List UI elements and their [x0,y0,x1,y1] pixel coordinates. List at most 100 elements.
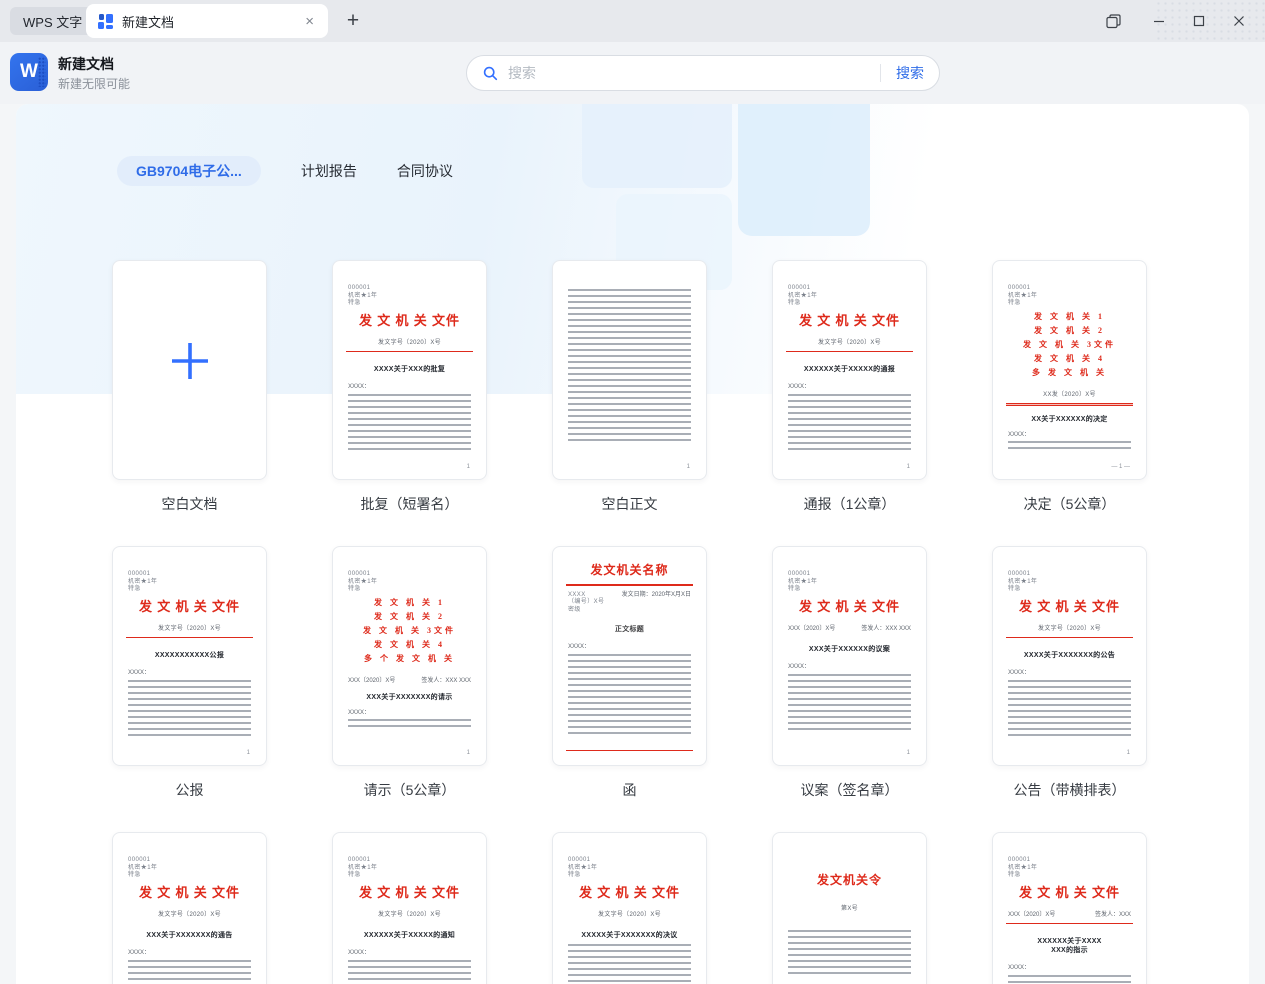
template-card-请示（5公章）[interactable]: 000001 机密★1年 特急发 文 机 关 1 发 文 机 关 2 发 文 机 关 3… [332,546,487,766]
red-rule-bottom [566,749,693,751]
template-thumbnail: 发文机关名称 XXXX （编号）X号 密级 发文日期：2020年X月X日 正文标题 XXXX… [553,547,706,765]
red-rule [1006,636,1133,638]
doc-head-line: 机密★1年 [348,864,378,871]
window-titlebar: WPS 文字 新建文档 × + [0,0,1265,42]
category-tabs: GB9704电子公... 计划报告 合同协议 [16,156,453,186]
doc-meta-right: 发文日期：2020年X月X日 [621,591,691,598]
template-thumbnail: 000001 机密★1年 特急发 文 机 关 文件 XXX〔2020〕X号 签发人：XX… [993,833,1146,984]
template-card-row3-1[interactable]: 000001 机密★1年 特急发 文 机 关 文件 发文字号〔2020〕X号 XXX关于… [112,832,267,984]
app-header: W 新建文档 新建无限可能 搜索 [0,42,1265,104]
template-thumbnail [113,261,266,479]
template-card-空白正文[interactable]: 1 [552,260,707,480]
doc-head-line: 机密★1年 [1008,292,1038,299]
doc-meta-row: XXX〔2020〕X号 签发人：XXX XXX [348,675,471,684]
close-window-button[interactable] [1219,0,1259,42]
template-card-通报（1公章）[interactable]: 000001 机密★1年 特急发 文 机 关 文件 发文字号〔2020〕X号 XXXXX… [772,260,927,480]
search-input[interactable] [508,65,872,81]
red-rule [1006,922,1133,924]
template-label: 通报（1公章） [803,496,896,512]
deco-tile [738,104,870,236]
app-button-wps-writer[interactable]: WPS 文字 [10,7,96,35]
doc-head-line: 000001 [128,857,151,863]
doc-order-number: 第X号 [841,906,858,912]
doc-page-number: 1 [906,464,910,470]
doc-red-title: 发 文 机 关 文件 [138,598,240,614]
new-tab-button[interactable]: + [340,8,366,34]
wps-writer-logo: W [10,53,48,91]
maximize-button[interactable] [1179,0,1219,42]
template-thumbnail: 000001 机密★1年 特急发 文 机 关 1 发 文 机 关 2 发 文 机 关 3… [993,261,1146,479]
template-card-row3-3[interactable]: 000001 机密★1年 特急发 文 机 关 文件 发文字号〔2020〕X号 XXXXX… [552,832,707,984]
category-tab-0[interactable]: GB9704电子公... [117,156,261,186]
template-thumbnail: 000001 机密★1年 特急发 文 机 关 文件 发文字号〔2020〕X号 XXXX关… [993,547,1146,765]
doc-org-line: 发 文 机 关 1 [1034,311,1105,321]
template-card-空白文档[interactable] [112,260,267,480]
doc-head-meta: 000001 机密★1年 特急 [1008,571,1131,594]
page-title: 新建文档 [58,56,114,72]
template-thumbnail: 000001 机密★1年 特急发 文 机 关 文件 XXX〔2020〕X号 签发人：XX… [773,547,926,765]
doc-head-line: 机密★1年 [568,864,598,871]
template-cell: 空白文档 [112,260,267,546]
doc-number: 发文字号〔2020〕X号 [818,339,881,346]
doc-head-line: 特急 [348,872,361,878]
template-card-row3-5[interactable]: 000001 机密★1年 特急发 文 机 关 文件 XXX〔2020〕X号 签发人：XX… [992,832,1147,984]
doc-subject: XXXX关于XXX的批复 [373,365,446,373]
doc-salutation: XXXX： [1008,431,1031,438]
doc-salutation: XXXX： [348,709,371,716]
template-card-公报[interactable]: 000001 机密★1年 特急发 文 机 关 文件 发文字号〔2020〕X号 XXXXX… [112,546,267,766]
doc-salutation: XXXX： [128,669,151,676]
doc-meta-row: XXXX （编号）X号 密级 发文日期：2020年X月X日 [568,592,691,615]
doc-head-line: 特急 [1008,872,1021,878]
template-cell: 000001 机密★1年 特急发 文 机 关 文件 发文字号〔2020〕X号 XXXXX… [112,546,267,832]
doc-red-title: 发 文 机 关 文件 [358,312,460,328]
template-thumbnail: 000001 机密★1年 特急发 文 机 关 文件 发文字号〔2020〕X号 XXXXX… [773,261,926,479]
template-card-row3-4[interactable]: 发文机关令 第X号 [772,832,927,984]
doc-issuing-orgs: 发 文 机 关 1 发 文 机 关 2 发 文 机 关 3文件发 文 机 关 4 多 … [348,596,471,666]
doc-meta-row: XXX〔2020〕X号 签发人：XXX XXX [788,623,911,632]
category-tab-2[interactable]: 合同协议 [397,161,453,181]
doc-head-meta: 000001 机密★1年 特急 [128,857,251,880]
doc-red-title: 发 文 机 关 文件 [138,884,240,900]
red-double-rule [1006,402,1133,406]
template-card-批复（短署名）[interactable]: 000001 机密★1年 特急发 文 机 关 文件 发文字号〔2020〕X号 XXXX关… [332,260,487,480]
doc-head-line: 000001 [1008,857,1031,863]
red-rule [566,584,693,586]
doc-head-line: 特急 [788,586,801,592]
template-cell: 000001 机密★1年 特急发 文 机 关 文件 XXX〔2020〕X号 签发人：XX… [992,832,1147,984]
template-cell: 1 空白正文 [552,260,707,546]
document-tab-new-document[interactable]: 新建文档 × [86,4,328,38]
template-card-决定（5公章）[interactable]: 000001 机密★1年 特急发 文 机 关 1 发 文 机 关 2 发 文 机 关 3… [992,260,1147,480]
doc-number: XXX〔2020〕X号 [1008,911,1056,918]
doc-head-line: XXXX [568,591,586,598]
doc-head-line: 特急 [1008,300,1021,306]
category-tab-1[interactable]: 计划报告 [301,161,357,181]
doc-salutation: XXXX： [348,383,371,390]
minimize-button[interactable] [1139,0,1179,42]
template-label: 决定（5公章） [1023,496,1116,512]
doc-org-line: 多 发 文 机 关 [1032,367,1107,377]
tab-close-icon[interactable]: × [303,13,316,30]
doc-number: XX发〔2020〕X号 [1043,391,1096,398]
template-label: 请示（5公章） [363,782,456,798]
search-bar[interactable]: 搜索 [466,55,940,91]
template-thumbnail: 000001 机密★1年 特急发 文 机 关 文件 发文字号〔2020〕X号 XXXXX… [113,547,266,765]
search-button[interactable]: 搜索 [896,63,924,83]
template-card-row3-2[interactable]: 000001 机密★1年 特急发 文 机 关 文件 发文字号〔2020〕X号 XXXXX… [332,832,487,984]
doc-red-title: 发 文 机 关 文件 [798,312,900,328]
window-controls [1093,0,1259,42]
doc-salutation: XXXX： [788,383,811,390]
blank-document-plus [113,261,266,479]
template-card-公告（带横排表）[interactable]: 000001 机密★1年 特急发 文 机 关 文件 发文字号〔2020〕X号 XXXX关… [992,546,1147,766]
doc-red-title: 发 文 机 关 文件 [578,884,680,900]
doc-salutation: XXXX： [128,949,151,956]
template-label: 函 [622,782,637,798]
doc-head-meta: 000001 机密★1年 特急 [1008,857,1131,880]
doc-head-line: 特急 [348,586,361,592]
doc-issuing-orgs: 发 文 机 关 1 发 文 机 关 2 发 文 机 关 3文件发 文 机 关 4 多 … [1008,310,1131,380]
doc-number: 发文字号〔2020〕X号 [158,911,221,918]
template-card-议案（签名章）[interactable]: 000001 机密★1年 特急发 文 机 关 文件 XXX〔2020〕X号 签发人：XX… [772,546,927,766]
doc-head-line: 特急 [348,300,361,306]
windows-stack-icon[interactable] [1093,0,1133,42]
search-divider [880,64,881,82]
template-card-函[interactable]: 发文机关名称 XXXX （编号）X号 密级 发文日期：2020年X月X日 正文标题 XXXX… [552,546,707,766]
